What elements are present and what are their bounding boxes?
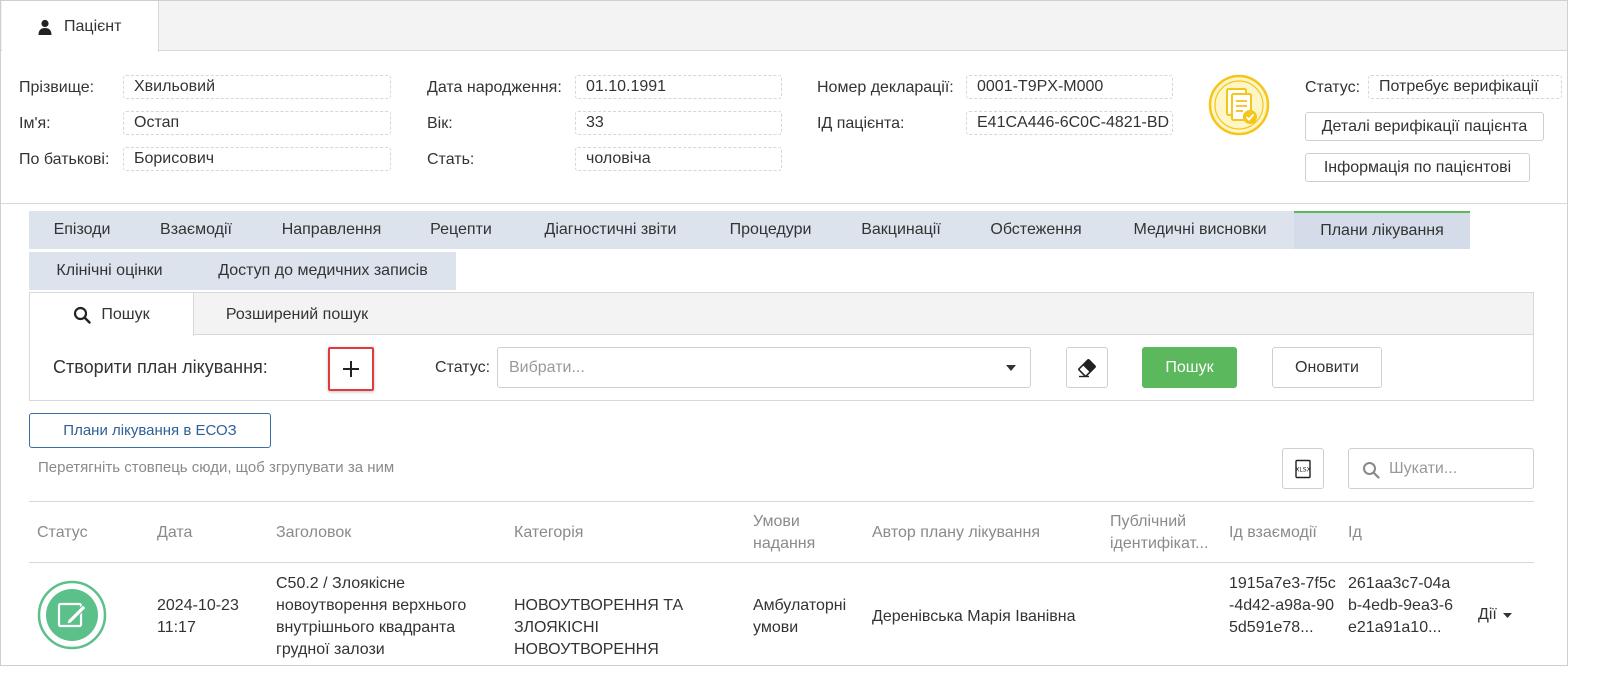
app-window: Пацієнт Прізвище: Хвильовий Ім'я: Остап … xyxy=(0,0,1568,666)
search-panel: Пошук Розширений пошук Створити план лік… xyxy=(29,292,1534,401)
row-actions-dropdown[interactable]: Дії xyxy=(1478,606,1512,624)
svg-text:XLSX: XLSX xyxy=(1295,466,1310,473)
xlsx-export-icon: XLSX xyxy=(1295,459,1311,478)
search-button[interactable]: Пошук xyxy=(1142,347,1237,388)
sex-field: чоловіча xyxy=(575,147,782,171)
declaration-label: Номер декларації: xyxy=(817,79,954,96)
tab-diagnostic-reports[interactable]: Діагностичні звіти xyxy=(516,211,705,249)
column-header-public-id[interactable]: Публічний ідентифікат... xyxy=(1110,511,1218,555)
patient-id-label: ІД пацієнта: xyxy=(817,115,905,132)
grid-top-border xyxy=(29,501,1534,502)
row-conditions: Амбулаторні умови xyxy=(753,597,847,636)
add-plan-button[interactable] xyxy=(328,347,374,391)
caret-down-icon xyxy=(1006,365,1016,371)
dob-label: Дата народження: xyxy=(427,79,562,96)
column-header-title[interactable]: Заголовок xyxy=(276,522,351,544)
tab-search-label: Пошук xyxy=(101,305,150,323)
column-header-category[interactable]: Категорія xyxy=(514,522,583,544)
tab-treatment-plans[interactable]: Плани лікування xyxy=(1294,211,1470,249)
column-header-id[interactable]: Ід xyxy=(1348,522,1362,544)
dob-field: 01.10.1991 xyxy=(575,75,782,99)
column-header-author[interactable]: Автор плану лікування xyxy=(872,522,1040,544)
sex-label: Стать: xyxy=(427,151,475,168)
row-author: Деренівська Марія Іванівна xyxy=(872,608,1076,625)
top-tab-bar xyxy=(1,1,1567,51)
patient-info-button[interactable]: Інформація по пацієнтові xyxy=(1305,153,1530,182)
status-field: Потребує верифікації xyxy=(1368,75,1562,99)
table-row-status-icon[interactable] xyxy=(37,580,107,650)
declaration-document-icon xyxy=(1208,74,1270,136)
row-id: 261aa3c7-04ab-4edb-9ea3-6e21a91a10... xyxy=(1348,575,1453,636)
column-header-date[interactable]: Дата xyxy=(157,522,192,544)
patient-id-field: E41CA446-6C0C-4821-BD xyxy=(966,111,1173,135)
edit-icon xyxy=(37,580,107,650)
tab-medical-records-access[interactable]: Доступ до медичних записів xyxy=(190,252,456,290)
surname-label: Прізвище: xyxy=(19,79,95,96)
search-icon xyxy=(74,306,92,324)
tab-search[interactable]: Пошук xyxy=(30,293,194,336)
eraser-icon xyxy=(1078,358,1096,377)
tab-procedures[interactable]: Процедури xyxy=(705,211,836,249)
person-icon xyxy=(38,19,52,35)
tab-patient-label: Пацієнт xyxy=(64,17,122,35)
patronymic-label: По батькові: xyxy=(19,151,110,168)
tab-examinations[interactable]: Обстеження xyxy=(966,211,1106,249)
age-label: Вік: xyxy=(427,115,453,132)
create-plan-label: Створити план лікування: xyxy=(53,357,268,377)
row-date: 2024-10-23 11:17 xyxy=(157,597,239,636)
clear-filter-button[interactable] xyxy=(1066,347,1108,388)
tab-interactions[interactable]: Взаємодії xyxy=(135,211,257,249)
tab-prescriptions[interactable]: Рецепти xyxy=(406,211,516,249)
tab-referrals[interactable]: Направлення xyxy=(257,211,406,249)
eso-treatment-plans-button[interactable]: Плани лікування в ЕСОЗ xyxy=(29,413,271,448)
surname-field: Хвильовий xyxy=(123,75,391,99)
tab-episodes[interactable]: Епізоди xyxy=(29,211,135,249)
column-header-interaction-id[interactable]: Ід взаємодії xyxy=(1229,522,1317,544)
name-label: Ім'я: xyxy=(19,115,51,132)
caret-down-icon xyxy=(1502,612,1512,618)
patronymic-field: Борисович xyxy=(123,147,391,171)
export-xlsx-button[interactable]: XLSX xyxy=(1282,448,1324,489)
grid-search-placeholder: Шукати... xyxy=(1389,460,1458,477)
row-interaction-id: 1915a7e3-7f5c-4d42-a98a-905d591e78... xyxy=(1229,575,1336,636)
age-field: 33 xyxy=(575,111,782,135)
declaration-field: 0001-T9PX-M000 xyxy=(966,75,1173,99)
grid-search-icon xyxy=(1363,462,1380,479)
status-label: Статус: xyxy=(1305,79,1361,96)
status-select[interactable]: Вибрати... xyxy=(497,347,1031,388)
group-drop-hint: Перетягніть стовпець сюди, щоб згрупуват… xyxy=(38,459,395,476)
tab-patient[interactable]: Пацієнт xyxy=(2,1,159,52)
grid-search-input[interactable]: Шукати... xyxy=(1348,448,1534,489)
status-select-placeholder: Вибрати... xyxy=(509,359,585,376)
row-actions-label: Дії xyxy=(1478,606,1497,623)
refresh-button[interactable]: Оновити xyxy=(1272,347,1382,388)
patient-block-divider xyxy=(1,203,1567,204)
row-title: C50.2 / Злоякісне новоутворення верхньог… xyxy=(276,575,467,658)
tab-clinical-assessments[interactable]: Клінічні оцінки xyxy=(29,252,190,290)
name-field: Остап xyxy=(123,111,391,135)
row-category: НОВОУТВОРЕННЯ ТА ЗЛОЯКІСНІ НОВОУТВОРЕННЯ xyxy=(514,597,684,658)
verification-details-button[interactable]: Деталі верифікації пацієнта xyxy=(1305,112,1544,141)
plus-icon xyxy=(343,361,359,377)
column-header-status[interactable]: Статус xyxy=(37,522,88,544)
tab-medical-conclusions[interactable]: Медичні висновки xyxy=(1106,211,1294,249)
tab-vaccinations[interactable]: Вакцинації xyxy=(836,211,966,249)
column-header-conditions[interactable]: Умови надання xyxy=(753,511,833,555)
grid-header-divider xyxy=(29,562,1534,563)
tab-advanced-search[interactable]: Розширений пошук xyxy=(194,293,400,336)
status-filter-label: Статус: xyxy=(435,359,491,376)
